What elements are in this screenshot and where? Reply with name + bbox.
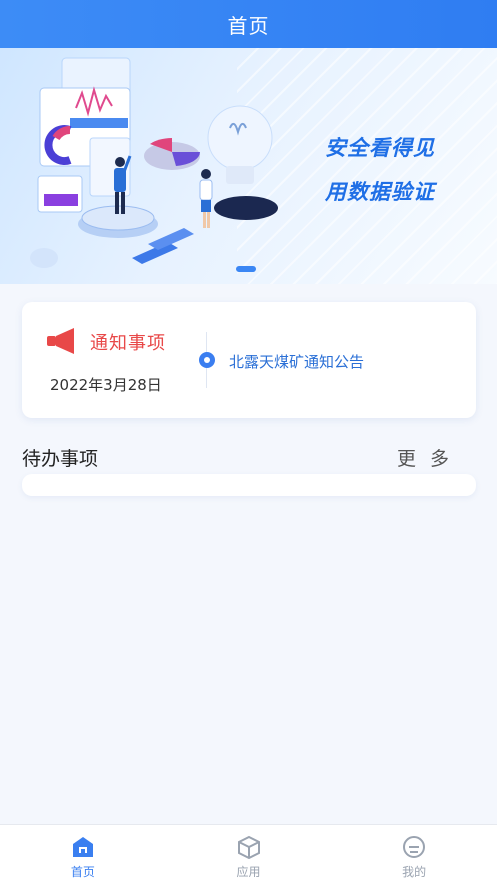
home-icon (72, 837, 93, 857)
tab-home[interactable]: 首页 (0, 825, 166, 883)
banner-illustration (30, 57, 278, 268)
profile-icon (403, 836, 426, 858)
notice-bullet-icon (199, 352, 215, 368)
banner-slogan-line2: 用数据验证 (325, 180, 435, 204)
notice-date: 2022年3月28日 (50, 376, 162, 394)
carousel-indicator[interactable] (236, 266, 256, 272)
banner-slogan-line1: 安全看得见 (325, 136, 435, 160)
banner-carousel[interactable]: 安全看得见 用数据验证 (0, 48, 497, 284)
tab-apps-label: 应用 (236, 865, 261, 879)
tab-mine-label: 我的 (402, 865, 427, 879)
cube-icon (237, 835, 260, 859)
todo-section-title: 待办事项 (22, 448, 99, 470)
notice-label: 通知事项 (90, 333, 166, 354)
notice-item-link[interactable]: 北露天煤矿通知公告 (229, 351, 364, 372)
bottom-tab-bar: 首页 应用 我的 (0, 824, 497, 883)
megaphone-icon (47, 328, 74, 354)
todo-more-link[interactable]: 更 多 (397, 444, 453, 471)
notice-card[interactable]: 通知事项 2022年3月28日 北露天煤矿通知公告 (22, 302, 476, 418)
top-app-bar: 首页 (0, 0, 497, 48)
todo-list-panel (22, 474, 476, 496)
tab-apps[interactable]: 应用 (166, 825, 332, 883)
page-title: 首页 (227, 13, 270, 38)
tab-home-label: 首页 (70, 865, 95, 879)
tab-mine[interactable]: 我的 (331, 825, 497, 883)
